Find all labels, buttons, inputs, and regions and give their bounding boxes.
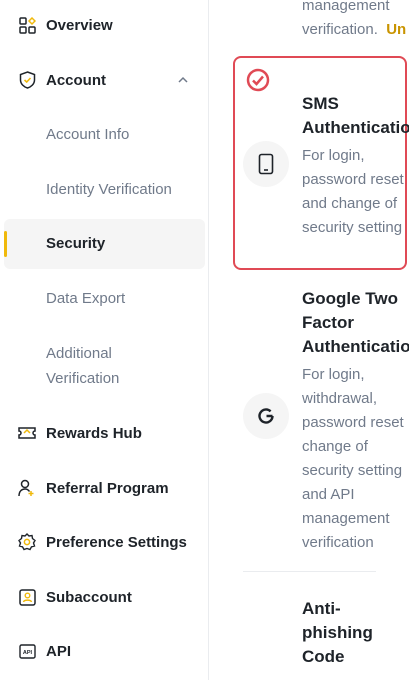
previous-item-description: management verification. Un: [302, 0, 406, 42]
google-title-line: Factor: [302, 313, 354, 332]
sidebar-subitem-account-info[interactable]: Account Info: [46, 122, 129, 147]
sidebar-subitem-label-line: Verification: [46, 370, 120, 387]
phone-icon: [258, 153, 274, 175]
sidebar-item-label: Overview: [46, 16, 113, 34]
description-line: For login,: [302, 366, 365, 383]
sms-title-line: Authenticatio: [302, 118, 409, 137]
divider: [243, 571, 376, 572]
grid-icon: [18, 16, 36, 34]
description-line: password reset: [302, 171, 404, 188]
active-item-indicator: [4, 231, 7, 257]
shield-icon: [18, 71, 36, 89]
sidebar-item-api[interactable]: API API: [0, 640, 205, 662]
sidebar-subitem-identity-verification[interactable]: Identity Verification: [46, 177, 172, 202]
gear-icon: [18, 533, 36, 551]
user-card-icon: [18, 588, 36, 606]
google-icon-container: [243, 393, 289, 439]
sidebar: Overview Account Account Info Identity V…: [0, 0, 209, 680]
user-plus-icon: [18, 479, 36, 497]
sidebar-item-account[interactable]: Account: [0, 69, 205, 91]
sms-title-line: SMS: [302, 94, 339, 113]
sidebar-item-referral-program[interactable]: Referral Program: [0, 477, 205, 499]
anti-phishing-title-line: Anti-: [302, 599, 341, 618]
description-text: verification.: [302, 21, 378, 38]
api-icon: API: [18, 642, 36, 660]
google-title-line: Authenticatio: [302, 337, 409, 356]
sms-description: For login, password reset and change of …: [302, 144, 409, 240]
check-circle-icon: [246, 68, 270, 92]
description-line: security setting: [302, 219, 403, 236]
ticket-icon: [18, 424, 36, 442]
google-authenticator-item[interactable]: Google Two Factor Authenticatio For logi…: [302, 287, 409, 555]
sidebar-subitem-security[interactable]: Security: [46, 231, 105, 256]
sidebar-subitem-data-export[interactable]: Data Export: [46, 286, 125, 311]
description-line: change of: [302, 438, 368, 455]
sidebar-item-overview[interactable]: Overview: [0, 14, 205, 36]
description-line: verification. Un: [302, 18, 406, 42]
description-line: and API: [302, 486, 355, 503]
anti-phishing-title-line: Code: [302, 647, 345, 666]
unbind-link[interactable]: Un: [386, 21, 406, 38]
sms-authentication-item[interactable]: SMS Authenticatio For login, password re…: [302, 92, 409, 240]
security-settings-panel: management verification. Un SMS Authenti…: [210, 0, 409, 680]
description-line: security setting: [302, 462, 403, 479]
sidebar-item-preference-settings[interactable]: Preference Settings: [0, 531, 205, 553]
sidebar-item-rewards-hub[interactable]: Rewards Hub: [0, 422, 205, 444]
anti-phishing-title-line: phishing: [302, 623, 373, 642]
google-icon: [258, 408, 274, 424]
description-line: management: [302, 0, 390, 14]
description-line: management: [302, 510, 390, 527]
description-line: and change of: [302, 195, 398, 212]
svg-text:API: API: [22, 650, 32, 656]
sidebar-item-label: Account: [46, 71, 106, 89]
sidebar-item-label: Referral Program: [46, 479, 169, 497]
description-line: withdrawal,: [302, 390, 378, 407]
google-description: For login, withdrawal, password reset ch…: [302, 363, 409, 555]
description-line: For login,: [302, 147, 365, 164]
google-title-line: Google Two: [302, 289, 399, 308]
sidebar-item-label: API: [46, 642, 72, 660]
sidebar-subitem-label-line: Additional: [46, 345, 112, 362]
sms-icon-container: [243, 141, 289, 187]
sidebar-item-label: Preference Settings: [46, 533, 187, 551]
sidebar-item-label: Subaccount: [46, 588, 132, 606]
sidebar-item-subaccount[interactable]: Subaccount: [0, 586, 205, 608]
sidebar-subitem-additional-verification[interactable]: Additional Verification: [46, 341, 119, 391]
chevron-up-icon[interactable]: [176, 73, 190, 87]
anti-phishing-code-item[interactable]: Anti- phishing Code: [302, 597, 373, 669]
description-line: password reset: [302, 414, 404, 431]
sidebar-item-label: Rewards Hub: [46, 424, 142, 442]
description-line: verification: [302, 534, 374, 551]
